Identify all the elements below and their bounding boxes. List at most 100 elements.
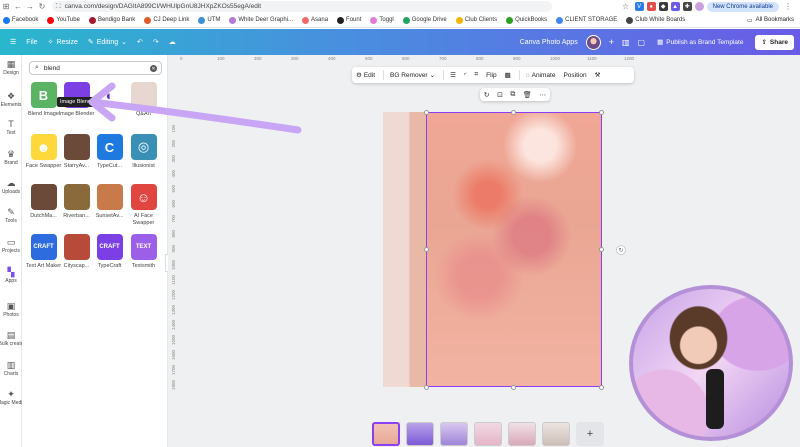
bookmark-star-icon[interactable]: ☆ xyxy=(620,1,632,13)
page-thumbnail[interactable] xyxy=(542,422,570,446)
extension-purple-icon[interactable]: ▲ xyxy=(670,2,680,11)
app-tile[interactable]: CRAFT TypeCraft xyxy=(96,234,123,270)
app-tile[interactable]: SunsetAv... xyxy=(96,184,123,220)
extension-v-icon[interactable]: V xyxy=(634,2,644,11)
profile-avatar-icon[interactable] xyxy=(694,2,704,11)
flip-button[interactable]: Flip xyxy=(486,72,496,79)
page-thumbnail[interactable] xyxy=(474,422,502,446)
bookmark-item[interactable]: UTM xyxy=(198,16,220,24)
app-search-input[interactable] xyxy=(43,64,144,72)
clear-search-icon[interactable]: ✕ xyxy=(150,65,157,72)
bookmark-item[interactable]: Club White Boards xyxy=(626,16,685,24)
bookmark-item[interactable]: Bendigo Bank xyxy=(88,16,135,24)
app-tile[interactable]: ☻ Face Swapper xyxy=(26,134,61,170)
bg-remover-button[interactable]: BG Remover ⌄ xyxy=(390,71,435,80)
more-icon[interactable]: ⋯ xyxy=(539,91,546,99)
collaborator-avatar[interactable] xyxy=(585,34,601,50)
add-page-button[interactable]: + xyxy=(576,422,604,446)
rotate-icon[interactable]: ↻ xyxy=(484,91,490,99)
share-button[interactable]: ⇪ Share xyxy=(755,34,794,50)
bookmark-item[interactable]: Google Drive xyxy=(402,16,447,24)
bookmark-item[interactable]: QuickBooks xyxy=(506,16,547,24)
tab-grid-icon[interactable]: ⊞ xyxy=(0,1,12,13)
app-tile[interactable]: ◎ Illusionist xyxy=(130,134,157,170)
duplicate-icon[interactable]: ⧉ xyxy=(510,91,515,99)
rail-item-uploads[interactable]: ☁ Uploads xyxy=(0,178,22,195)
bookmark-item[interactable]: Toggl xyxy=(370,16,394,24)
rail-item-apps[interactable]: ▚ Apps xyxy=(0,267,22,284)
bookmark-item[interactable]: CLIENT STORAGE xyxy=(556,16,617,24)
site-info-icon[interactable]: ⛶ xyxy=(56,3,61,11)
rail-item-design[interactable]: ▦ Design xyxy=(0,59,22,76)
selected-image[interactable] xyxy=(426,112,602,387)
publish-brand-template-button[interactable]: ▦ Publish as Brand Template xyxy=(653,38,747,47)
reload-icon[interactable]: ↻ xyxy=(36,1,48,13)
border-style-icon[interactable]: ☰ xyxy=(450,71,456,79)
resize-handle[interactable] xyxy=(599,385,604,390)
bookmark-item[interactable]: Fount xyxy=(337,16,361,24)
crop-icon[interactable]: ⌗ xyxy=(474,71,478,79)
chrome-update-button[interactable]: New Chrome available xyxy=(706,1,779,12)
rail-item-charts[interactable]: ▥ Charts xyxy=(0,360,22,377)
comment-icon[interactable]: ▢ xyxy=(638,38,646,47)
menu-icon[interactable]: ☰ xyxy=(10,38,16,46)
rail-item-magic-media[interactable]: ✦Magic Media xyxy=(0,389,25,406)
extension-red-icon[interactable]: ● xyxy=(646,2,656,11)
page-thumbnail[interactable] xyxy=(508,422,536,446)
rail-item-tools[interactable]: ✎ Tools xyxy=(0,207,22,224)
app-tile[interactable]: DutchMa... xyxy=(30,184,57,220)
extension-dark-icon[interactable]: ◆ xyxy=(658,2,668,11)
bookmark-item[interactable]: CJ Deep Link xyxy=(144,16,189,24)
rail-item-elements[interactable]: ❖ Elements xyxy=(0,91,22,108)
resize-handle[interactable] xyxy=(599,110,604,115)
rail-item-brand[interactable]: ♛ Brand xyxy=(0,149,22,166)
editing-mode-button[interactable]: ✎ Editing ⌄ xyxy=(88,38,127,47)
resize-handle[interactable] xyxy=(511,110,516,115)
corner-rounding-icon[interactable]: ◜ xyxy=(464,71,467,79)
back-icon[interactable]: ← xyxy=(12,1,24,13)
page-thumbnail[interactable] xyxy=(372,422,400,446)
position-button[interactable]: Position xyxy=(563,72,586,79)
bookmark-item[interactable]: Asana xyxy=(302,16,328,24)
all-bookmarks-button[interactable]: ▭ All Bookmarks xyxy=(747,17,794,24)
page-thumbnail[interactable] xyxy=(440,422,468,446)
forward-icon[interactable]: → xyxy=(24,1,36,13)
resize-handle[interactable] xyxy=(511,385,516,390)
app-tile[interactable]: C TypeCut... xyxy=(96,134,123,170)
app-tile[interactable]: ☺ AI Face Swapper xyxy=(130,184,157,226)
redo-icon[interactable]: ↷ xyxy=(153,38,159,46)
edit-image-button[interactable]: ⚙ Edit xyxy=(356,71,375,80)
add-collaborator-icon[interactable]: + xyxy=(609,37,614,47)
resize-button[interactable]: ✧ Resize xyxy=(48,38,78,47)
extensions-puzzle-icon[interactable]: ✚ xyxy=(682,2,692,11)
url-bar[interactable]: ⛶ canva.com/design/DAGItA899CI/WHUlpGnU8… xyxy=(52,1,552,12)
bookmark-item[interactable]: YouTube xyxy=(47,16,80,24)
app-tile[interactable]: TEXT Textsmith xyxy=(130,234,157,270)
file-menu[interactable]: File xyxy=(26,39,37,46)
rail-item-photos[interactable]: ▣ Photos xyxy=(0,301,22,318)
resize-handle[interactable] xyxy=(599,247,604,252)
stats-icon[interactable]: ▥ xyxy=(622,38,630,47)
rotate-handle-icon[interactable]: ↻ xyxy=(616,245,626,255)
rail-item-projects[interactable]: ▭ Projects xyxy=(0,237,22,254)
lock-icon[interactable]: ⊡ xyxy=(497,91,503,99)
app-tile[interactable]: StarryAv... xyxy=(63,134,90,170)
app-tile[interactable]: B Blend Image xyxy=(28,82,59,118)
cloud-saved-icon[interactable]: ☁ xyxy=(169,38,176,46)
copy-style-icon[interactable]: ⚒ xyxy=(595,71,601,79)
browser-menu-icon[interactable]: ⋮ xyxy=(782,1,794,13)
transparency-icon[interactable]: ▩ xyxy=(505,71,511,79)
resize-handle[interactable] xyxy=(424,110,429,115)
animate-button[interactable]: ◌ Animate xyxy=(526,72,556,79)
rail-item-bulk-create[interactable]: ▤ Bulk create xyxy=(0,330,24,347)
app-tile[interactable]: ◐ xyxy=(96,82,123,111)
resize-handle[interactable] xyxy=(424,385,429,390)
app-tile[interactable]: Riverban... xyxy=(63,184,90,220)
bookmark-item[interactable]: White Deer Graphi... xyxy=(229,16,293,24)
app-search-box[interactable]: ⌕ ✕ xyxy=(29,61,162,75)
bookmark-item[interactable]: Facebook xyxy=(3,16,38,24)
app-tile[interactable]: CRAFT Text Art Maker xyxy=(26,234,61,270)
undo-icon[interactable]: ↶ xyxy=(137,38,143,46)
bookmark-item[interactable]: Club Clients xyxy=(455,16,497,24)
rail-item-text[interactable]: T Text xyxy=(0,119,22,136)
